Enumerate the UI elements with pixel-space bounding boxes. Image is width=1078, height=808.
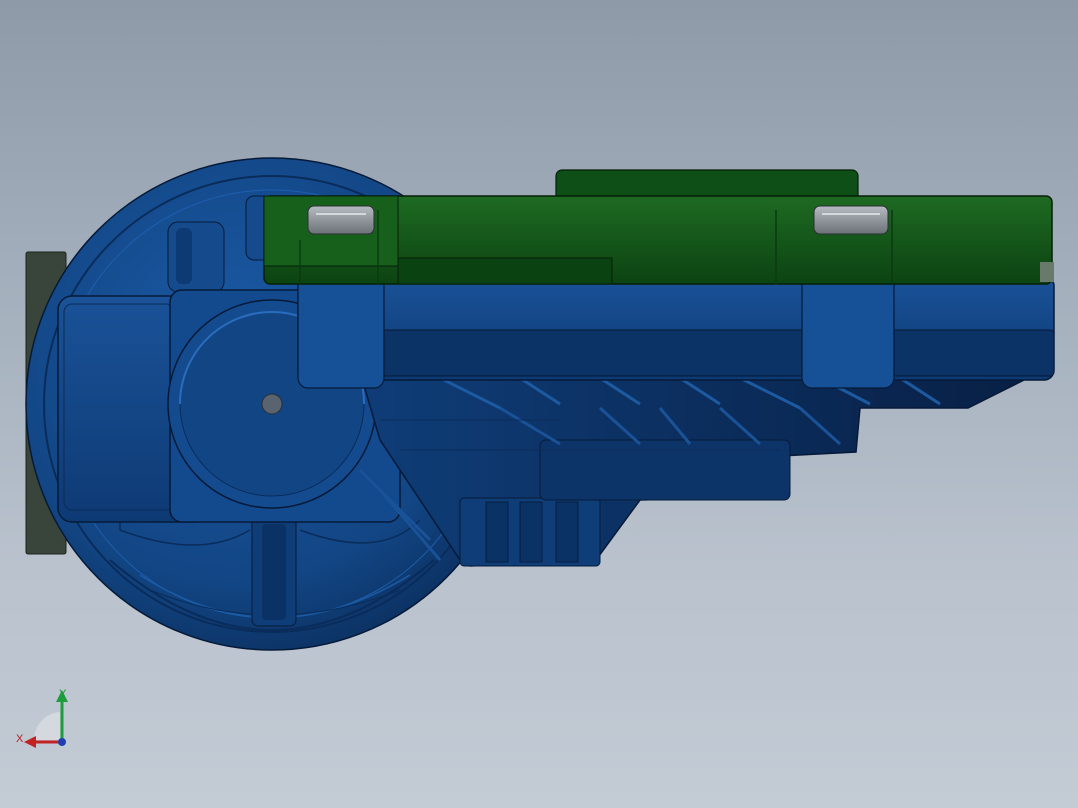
mount-bolt[interactable] (307, 205, 375, 235)
gearbox-housing[interactable] (358, 371, 1041, 567)
cad-model-view[interactable] (0, 0, 1078, 808)
graphics-viewport[interactable]: Y X (0, 0, 1078, 808)
orientation-triad (24, 690, 68, 748)
triad-plane (33, 712, 60, 740)
axle-hole[interactable] (261, 393, 283, 415)
x-axis-arrowhead (24, 736, 36, 748)
z-axis-dot (58, 738, 66, 746)
triad-x-label: X (16, 733, 24, 745)
triad-y-label: Y (59, 688, 67, 700)
mount-bolt[interactable] (813, 205, 889, 235)
